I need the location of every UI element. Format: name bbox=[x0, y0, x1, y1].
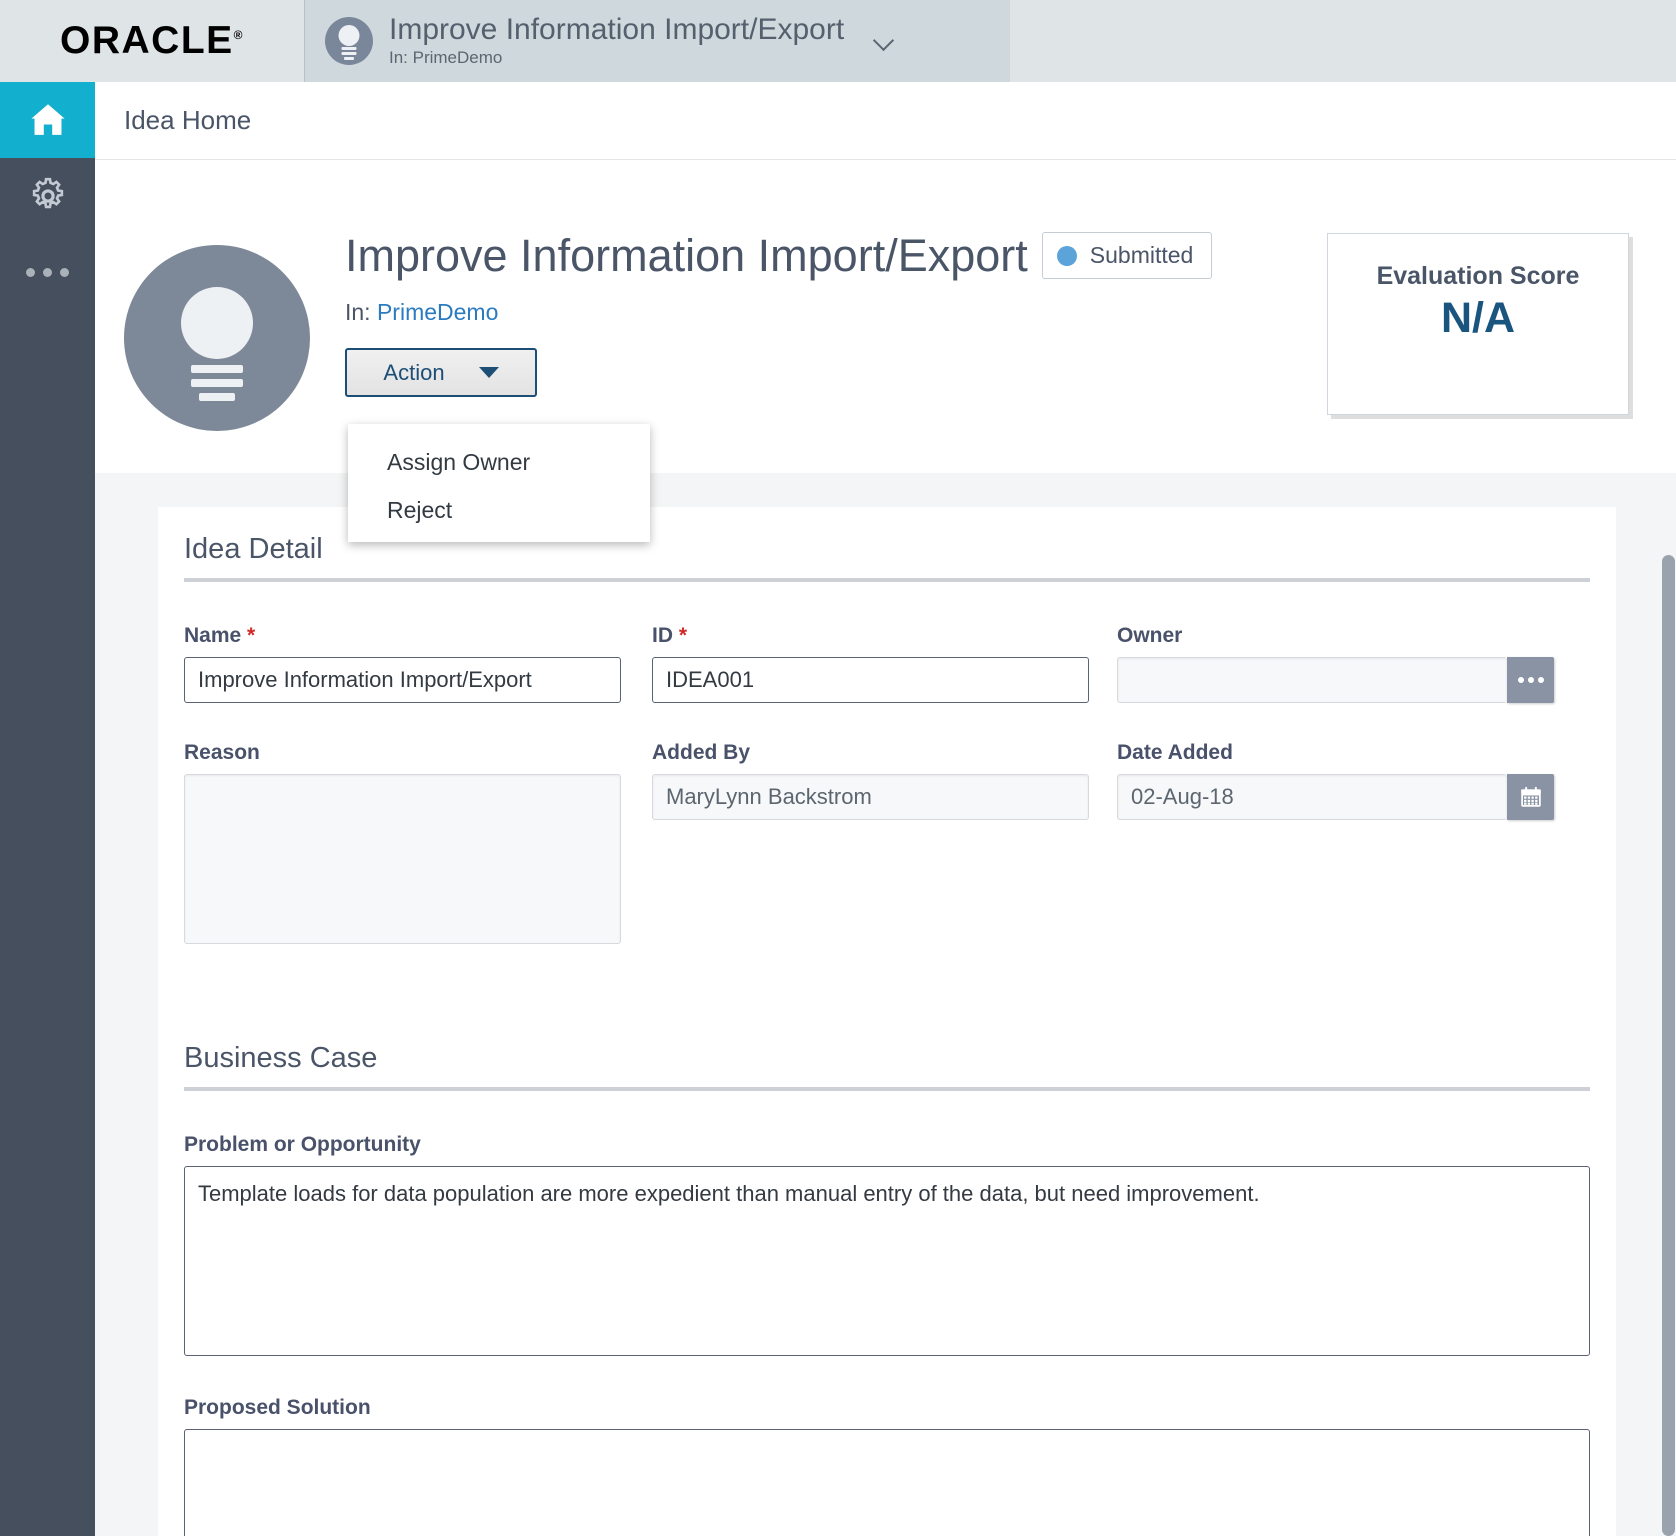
context-switcher[interactable]: Improve Information Import/Export In: Pr… bbox=[305, 0, 1010, 82]
required-marker: * bbox=[247, 624, 255, 647]
section-divider bbox=[184, 1087, 1590, 1091]
name-input[interactable]: Improve Information Import/Export bbox=[184, 657, 621, 703]
field-id: ID * IDEA001 bbox=[652, 624, 1089, 703]
home-icon bbox=[25, 99, 71, 141]
field-added-by-label: Added By bbox=[652, 741, 1089, 765]
ellipsis-icon bbox=[1518, 677, 1544, 683]
id-input[interactable]: IDEA001 bbox=[652, 657, 1089, 703]
field-date-added: Date Added 02-Aug-18 bbox=[1117, 741, 1554, 944]
section-divider bbox=[184, 578, 1590, 582]
global-header: ORACLE® Improve Information Import/Expor… bbox=[0, 0, 1676, 82]
calendar-icon bbox=[1518, 784, 1544, 810]
date-added-input[interactable]: 02-Aug-18 bbox=[1117, 774, 1507, 820]
field-id-label: ID * bbox=[652, 624, 1089, 648]
action-button[interactable]: Action bbox=[345, 348, 537, 397]
field-name: Name * Improve Information Import/Export bbox=[184, 624, 621, 703]
sidebar-item-more[interactable] bbox=[0, 234, 95, 310]
parent-container-line: In: PrimeDemo bbox=[345, 299, 1212, 326]
gear-icon bbox=[27, 175, 69, 217]
oracle-wordmark: ORACLE bbox=[60, 19, 234, 62]
idea-detail-row-1: Name * Improve Information Import/Export… bbox=[158, 624, 1616, 703]
date-added-field-group: 02-Aug-18 bbox=[1117, 774, 1554, 820]
field-reason-label: Reason bbox=[184, 741, 621, 765]
menu-item-assign-owner[interactable]: Assign Owner bbox=[348, 438, 650, 486]
action-dropdown-menu: Assign Owner Reject bbox=[348, 424, 650, 542]
left-nav-rail bbox=[0, 82, 95, 1536]
owner-input[interactable] bbox=[1117, 657, 1507, 703]
parent-container-link[interactable]: PrimeDemo bbox=[377, 299, 498, 325]
breadcrumb[interactable]: Idea Home bbox=[124, 105, 251, 136]
idea-summary-band: Improve Information Import/Export Submit… bbox=[95, 160, 1676, 473]
field-problem-or-opportunity: Problem or Opportunity Template loads fo… bbox=[158, 1133, 1616, 1356]
section-business-case-header: Business Case bbox=[158, 1042, 1616, 1091]
app-root: ORACLE® Improve Information Import/Expor… bbox=[0, 0, 1676, 1536]
owner-field-group bbox=[1117, 657, 1554, 703]
problem-textarea[interactable]: Template loads for data population are m… bbox=[184, 1166, 1590, 1356]
context-title: Improve Information Import/Export bbox=[389, 14, 844, 46]
status-badge-label: Submitted bbox=[1090, 242, 1194, 269]
solution-textarea[interactable] bbox=[184, 1429, 1590, 1536]
status-dot-icon bbox=[1057, 246, 1077, 266]
registered-mark: ® bbox=[234, 28, 244, 42]
context-subtitle: In: PrimeDemo bbox=[389, 48, 844, 68]
section-title: Business Case bbox=[184, 1042, 1590, 1075]
chevron-down-icon[interactable] bbox=[872, 24, 906, 58]
lightbulb-icon bbox=[124, 245, 310, 431]
page-header-strip: Idea Home bbox=[95, 82, 1676, 160]
required-marker: * bbox=[679, 624, 687, 647]
idea-form-card: Idea Detail Name * Improve Information I… bbox=[158, 507, 1616, 1536]
added-by-input: MaryLynn Backstrom bbox=[652, 774, 1089, 820]
field-owner-label: Owner bbox=[1117, 624, 1554, 648]
scroll-body: Idea Detail Name * Improve Information I… bbox=[95, 473, 1676, 1536]
sidebar-item-settings[interactable] bbox=[0, 158, 95, 234]
scrollbar-thumb[interactable] bbox=[1662, 555, 1675, 1536]
evaluation-score-value: N/A bbox=[1441, 294, 1515, 343]
field-name-label: Name * bbox=[184, 624, 621, 648]
field-added-by: Added By MaryLynn Backstrom bbox=[652, 741, 1089, 944]
status-badge: Submitted bbox=[1042, 232, 1213, 279]
evaluation-score-label: Evaluation Score bbox=[1377, 262, 1580, 291]
menu-item-reject[interactable]: Reject bbox=[348, 486, 650, 534]
date-picker-button[interactable] bbox=[1507, 774, 1554, 820]
field-problem-label: Problem or Opportunity bbox=[184, 1133, 1590, 1157]
page-title: Improve Information Import/Export bbox=[345, 233, 1028, 278]
field-date-added-label: Date Added bbox=[1117, 741, 1554, 765]
vertical-scrollbar[interactable] bbox=[1662, 555, 1676, 1536]
idea-detail-row-2: Reason Added By MaryLynn Backstrom Date … bbox=[158, 741, 1616, 944]
lightbulb-icon bbox=[325, 17, 373, 65]
evaluation-score-card: Evaluation Score N/A bbox=[1327, 233, 1629, 415]
sidebar-item-home[interactable] bbox=[0, 82, 95, 158]
reason-textarea[interactable] bbox=[184, 774, 621, 944]
action-button-label: Action bbox=[383, 360, 444, 386]
in-label: In: bbox=[345, 299, 371, 325]
caret-down-icon bbox=[479, 367, 499, 378]
label-text: ID bbox=[652, 624, 673, 647]
oracle-logo[interactable]: ORACLE® bbox=[0, 0, 305, 82]
ellipsis-icon bbox=[26, 268, 69, 277]
field-owner: Owner bbox=[1117, 624, 1554, 703]
field-proposed-solution: Proposed Solution bbox=[158, 1396, 1616, 1536]
owner-picker-button[interactable] bbox=[1507, 657, 1554, 703]
label-text: Name bbox=[184, 624, 241, 647]
field-reason: Reason bbox=[184, 741, 621, 944]
field-solution-label: Proposed Solution bbox=[184, 1396, 1590, 1420]
